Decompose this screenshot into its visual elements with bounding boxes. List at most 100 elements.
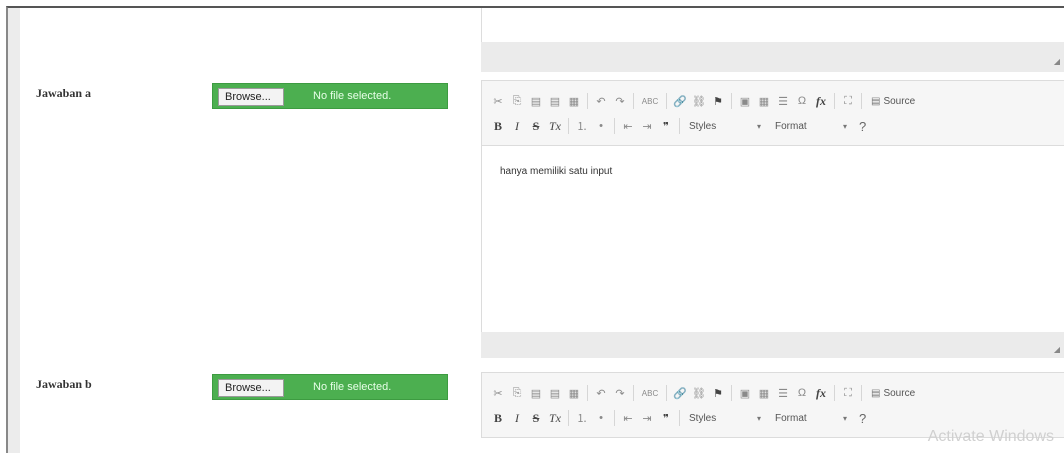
source-icon: ▤ (871, 95, 881, 107)
special-char-icon[interactable]: Ω (794, 93, 810, 109)
toolbar-separator (633, 93, 634, 109)
answer-a-browse-button[interactable]: Browse... (218, 88, 284, 106)
toolbar-separator (861, 385, 862, 401)
styles-dropdown[interactable]: Styles ▾ (685, 409, 765, 427)
formula-icon[interactable]: fx (813, 93, 829, 109)
paste-icon[interactable]: ▤ (528, 385, 544, 401)
image-icon[interactable]: ▣ (737, 385, 753, 401)
resize-handle-icon[interactable]: ◢ (1054, 345, 1060, 354)
answer-b-file-status: No file selected. (313, 381, 392, 393)
help-button[interactable]: ? (859, 119, 866, 134)
toolbar-separator (614, 118, 615, 134)
source-button[interactable]: ▤ Source (867, 92, 919, 110)
link-icon[interactable]: 🔗 (672, 93, 688, 109)
paste-text-icon[interactable]: ▤ (547, 385, 563, 401)
styles-dropdown[interactable]: Styles ▾ (685, 117, 765, 135)
cut-icon[interactable]: ✂ (490, 93, 506, 109)
italic-icon[interactable]: I (509, 118, 525, 134)
indent-icon[interactable]: ⇥ (639, 118, 655, 134)
special-char-icon[interactable]: Ω (794, 385, 810, 401)
source-button[interactable]: ▤ Source (867, 384, 919, 402)
toolbar-separator (587, 385, 588, 401)
help-button[interactable]: ? (859, 411, 866, 426)
toolbar-separator (834, 385, 835, 401)
outdent-icon[interactable]: ⇤ (620, 410, 636, 426)
blockquote-icon[interactable]: ❞ (658, 410, 674, 426)
italic-icon[interactable]: I (509, 410, 525, 426)
paste-text-icon[interactable]: ▤ (547, 93, 563, 109)
answer-a-editor-toolbar: ✂ ⎘ ▤ ▤ ▦ ↶ ↷ ABC 🔗 ⛓ ⚑ ▣ ▦ ☰ Ω fx ⛶ ▤ S… (481, 80, 1064, 146)
numbered-list-icon[interactable]: ⒈ (574, 410, 590, 426)
maximize-icon[interactable]: ⛶ (840, 93, 856, 109)
toolbar-separator (731, 93, 732, 109)
redo-icon[interactable]: ↷ (612, 93, 628, 109)
spellcheck-icon[interactable]: ABC (639, 93, 661, 109)
toolbar-separator (587, 93, 588, 109)
remove-format-icon[interactable]: Tx (547, 118, 563, 134)
strikethrough-icon[interactable]: S (528, 118, 544, 134)
styles-label: Styles (689, 120, 717, 132)
format-dropdown[interactable]: Format ▾ (771, 409, 851, 427)
toolbar-row-1: ✂ ⎘ ▤ ▤ ▦ ↶ ↷ ABC 🔗 ⛓ ⚑ ▣ ▦ ☰ Ω fx ⛶ ▤ S… (490, 383, 919, 403)
copy-icon[interactable]: ⎘ (509, 385, 525, 401)
source-label: Source (883, 95, 916, 107)
anchor-icon[interactable]: ⚑ (710, 385, 726, 401)
anchor-icon[interactable]: ⚑ (710, 93, 726, 109)
toolbar-separator (633, 385, 634, 401)
answer-a-file-status: No file selected. (313, 90, 392, 102)
unlink-icon[interactable]: ⛓ (691, 385, 707, 401)
formula-icon[interactable]: fx (813, 385, 829, 401)
bold-icon[interactable]: B (490, 118, 506, 134)
toolbar-separator (666, 385, 667, 401)
undo-icon[interactable]: ↶ (593, 93, 609, 109)
maximize-icon[interactable]: ⛶ (840, 385, 856, 401)
answer-a-editor-body[interactable]: hanya memiliki satu input (481, 146, 1064, 332)
previous-editor: ◢ (481, 8, 1064, 72)
chevron-down-icon: ▾ (842, 413, 847, 423)
toolbar-separator (731, 385, 732, 401)
remove-format-icon[interactable]: Tx (547, 410, 563, 426)
activate-windows-watermark: Activate Windows (927, 428, 1054, 445)
toolbar-row-2: B I S Tx ⒈ • ⇤ ⇥ ❞ Styles ▾ Format ▾ ? (490, 116, 866, 136)
indent-icon[interactable]: ⇥ (639, 410, 655, 426)
toolbar-separator (861, 93, 862, 109)
table-icon[interactable]: ▦ (756, 385, 772, 401)
toolbar-separator (679, 410, 680, 426)
toolbar-row-2: B I S Tx ⒈ • ⇤ ⇥ ❞ Styles ▾ Format ▾ ? (490, 408, 866, 428)
answer-b-browse-button[interactable]: Browse... (218, 379, 284, 397)
horizontal-rule-icon[interactable]: ☰ (775, 385, 791, 401)
numbered-list-icon[interactable]: ⒈ (574, 118, 590, 134)
previous-editor-content[interactable] (481, 8, 1064, 42)
toolbar-separator (666, 93, 667, 109)
table-icon[interactable]: ▦ (756, 93, 772, 109)
strikethrough-icon[interactable]: S (528, 410, 544, 426)
cut-icon[interactable]: ✂ (490, 385, 506, 401)
unlink-icon[interactable]: ⛓ (691, 93, 707, 109)
source-label: Source (883, 387, 916, 399)
redo-icon[interactable]: ↷ (612, 385, 628, 401)
bulleted-list-icon[interactable]: • (593, 118, 609, 134)
link-icon[interactable]: 🔗 (672, 385, 688, 401)
format-label: Format (775, 412, 807, 424)
bold-icon[interactable]: B (490, 410, 506, 426)
format-dropdown[interactable]: Format ▾ (771, 117, 851, 135)
undo-icon[interactable]: ↶ (593, 385, 609, 401)
resize-handle-icon[interactable]: ◢ (1054, 57, 1060, 66)
answer-a-file-input[interactable]: Browse... No file selected. (212, 83, 448, 109)
spellcheck-icon[interactable]: ABC (639, 385, 661, 401)
paste-word-icon[interactable]: ▦ (566, 385, 582, 401)
answer-b-label: Jawaban b (36, 377, 92, 391)
toolbar-row-1: ✂ ⎘ ▤ ▤ ▦ ↶ ↷ ABC 🔗 ⛓ ⚑ ▣ ▦ ☰ Ω fx ⛶ ▤ S… (490, 91, 919, 111)
copy-icon[interactable]: ⎘ (509, 93, 525, 109)
answer-b-file-input[interactable]: Browse... No file selected. (212, 374, 448, 400)
paste-word-icon[interactable]: ▦ (566, 93, 582, 109)
outdent-icon[interactable]: ⇤ (620, 118, 636, 134)
bulleted-list-icon[interactable]: • (593, 410, 609, 426)
blockquote-icon[interactable]: ❞ (658, 118, 674, 134)
paste-icon[interactable]: ▤ (528, 93, 544, 109)
image-icon[interactable]: ▣ (737, 93, 753, 109)
chevron-down-icon: ▾ (756, 413, 761, 423)
answer-a-editor-text: hanya memiliki satu input (500, 166, 613, 177)
toolbar-separator (568, 118, 569, 134)
horizontal-rule-icon[interactable]: ☰ (775, 93, 791, 109)
